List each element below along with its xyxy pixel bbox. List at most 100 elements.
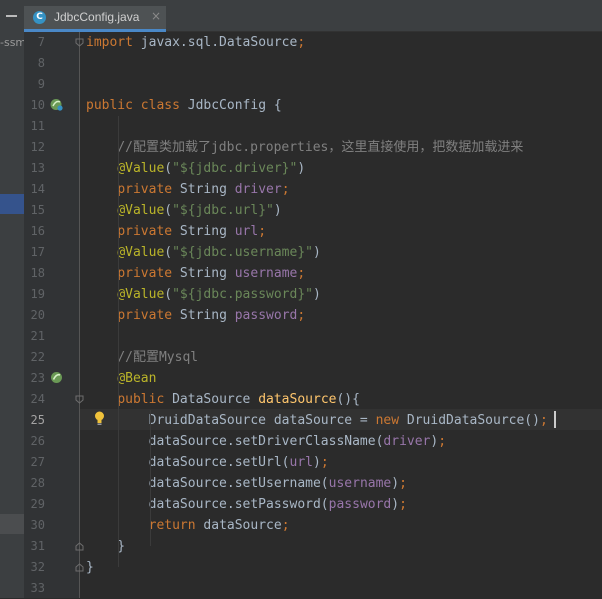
line-number[interactable]: 25 [24, 410, 45, 431]
code-token: ; [281, 182, 290, 197]
code-line[interactable]: //配置类加载了jdbc.properties，这里直接使用，把数据加载进来 [86, 137, 523, 158]
code-token: JdbcConfig { [179, 98, 282, 113]
code-token: dataSource [258, 392, 337, 407]
spring-bean-class-icon[interactable] [50, 98, 63, 111]
code-token: String [172, 182, 235, 197]
project-tree-highlight-row[interactable] [0, 514, 24, 534]
code-token: DataSource [164, 392, 259, 407]
line-number[interactable]: 20 [24, 305, 45, 326]
fold-marker-icon[interactable] [75, 563, 84, 572]
code-line[interactable]: dataSource.setUsername(username); [86, 473, 407, 494]
tab-jdbcconfig[interactable]: C JdbcConfig.java × [24, 6, 166, 32]
code-token: @Value [117, 203, 165, 218]
code-line[interactable]: return dataSource; [86, 515, 290, 536]
line-number[interactable]: 29 [24, 494, 45, 515]
line-number[interactable]: 9 [24, 74, 45, 95]
code-token: password [328, 497, 392, 512]
project-tree-selected-row[interactable] [0, 194, 24, 214]
line-number[interactable]: 13 [24, 158, 45, 179]
code-line[interactable]: private String url; [86, 221, 266, 242]
line-number[interactable]: 23 [24, 368, 45, 389]
code-token: ) [312, 455, 321, 470]
code-token: return [148, 518, 196, 533]
code-token: ) [313, 245, 321, 260]
line-number[interactable]: 22 [24, 347, 45, 368]
fold-marker-icon[interactable] [75, 395, 84, 404]
code-line[interactable]: dataSource.setPassword(password); [86, 494, 407, 515]
indent-guide [150, 410, 151, 546]
line-number[interactable]: 31 [24, 536, 45, 557]
line-number[interactable]: 17 [24, 242, 45, 263]
line-number[interactable]: 27 [24, 452, 45, 473]
code-token: ; [297, 266, 306, 281]
code-token: "${jdbc.password}" [172, 287, 313, 302]
code-token: driver [383, 434, 431, 449]
code-token: dataSource.setUrl( [86, 455, 290, 470]
code-token: String [172, 224, 235, 239]
line-number[interactable]: 30 [24, 515, 45, 536]
code-token: javax.sql.DataSource [132, 35, 298, 50]
code-line[interactable]: @Value("${jdbc.url}") [86, 200, 281, 221]
code-token: username [234, 266, 298, 281]
close-icon[interactable]: × [151, 9, 161, 23]
lightbulb-icon[interactable] [94, 411, 105, 427]
line-number[interactable]: 33 [24, 578, 45, 599]
fold-marker-icon[interactable] [75, 38, 84, 47]
editor-tab-bar: C JdbcConfig.java × [0, 0, 602, 32]
code-token: @Bean [117, 371, 157, 386]
code-line[interactable]: public DataSource dataSource(){ [86, 389, 360, 410]
code-token: ( [164, 161, 173, 176]
line-number[interactable]: 21 [24, 326, 45, 347]
code-line[interactable]: @Bean [86, 368, 156, 389]
code-line[interactable]: private String driver; [86, 179, 290, 200]
code-line[interactable]: import javax.sql.DataSource; [86, 32, 305, 53]
code-line[interactable]: public class JdbcConfig { [86, 95, 282, 116]
line-number[interactable]: 15 [24, 200, 45, 221]
line-number[interactable]: 8 [24, 53, 45, 74]
code-line[interactable]: } [86, 557, 94, 578]
code-token: } [86, 539, 126, 554]
line-number[interactable]: 10 [24, 95, 45, 116]
line-number[interactable]: 24 [24, 389, 45, 410]
code-line[interactable]: dataSource.setDriverClassName(driver); [86, 431, 446, 452]
code-token: DruidDataSource() [399, 413, 540, 428]
line-number[interactable]: 18 [24, 263, 45, 284]
line-number[interactable]: 14 [24, 179, 45, 200]
project-tree-fragment: -ssm [0, 36, 24, 49]
line-number[interactable]: 7 [24, 32, 45, 53]
line-number[interactable]: 16 [24, 221, 45, 242]
line-number[interactable]: 12 [24, 137, 45, 158]
code-token: ( [164, 287, 173, 302]
code-token: //配置类加载了jdbc.properties，这里直接使用，把数据加载进来 [117, 140, 524, 155]
project-tool-window[interactable]: -ssm [0, 32, 24, 598]
code-token: ; [258, 224, 267, 239]
code-line[interactable]: @Value("${jdbc.username}") [86, 242, 321, 263]
line-number[interactable]: 11 [24, 116, 45, 137]
code-token: private [117, 182, 173, 197]
line-number[interactable]: 19 [24, 284, 45, 305]
code-line[interactable]: } [86, 536, 125, 557]
code-token: ) [391, 497, 400, 512]
code-token: String [172, 308, 235, 323]
code-token: "${jdbc.url}" [172, 203, 274, 218]
code-line[interactable]: DruidDataSource dataSource = new DruidDa… [86, 410, 548, 431]
code-token: "${jdbc.driver}" [172, 161, 298, 176]
spring-bean-method-icon[interactable] [50, 371, 63, 384]
tab-title: JdbcConfig.java [54, 10, 140, 24]
line-number[interactable]: 32 [24, 557, 45, 578]
code-token: ; [399, 497, 407, 512]
code-token: private [117, 266, 173, 281]
code-line[interactable]: dataSource.setUrl(url); [86, 452, 329, 473]
code-line[interactable]: @Value("${jdbc.password}") [86, 284, 321, 305]
code-token: } [86, 560, 94, 575]
code-token: @Value [117, 287, 165, 302]
fold-marker-icon[interactable] [75, 542, 84, 551]
minimize-icon[interactable] [6, 15, 17, 17]
line-number[interactable]: 28 [24, 473, 45, 494]
line-number[interactable]: 26 [24, 431, 45, 452]
code-token: dataSource.setPassword( [86, 497, 329, 512]
code-line[interactable]: //配置Mysql [86, 347, 198, 368]
